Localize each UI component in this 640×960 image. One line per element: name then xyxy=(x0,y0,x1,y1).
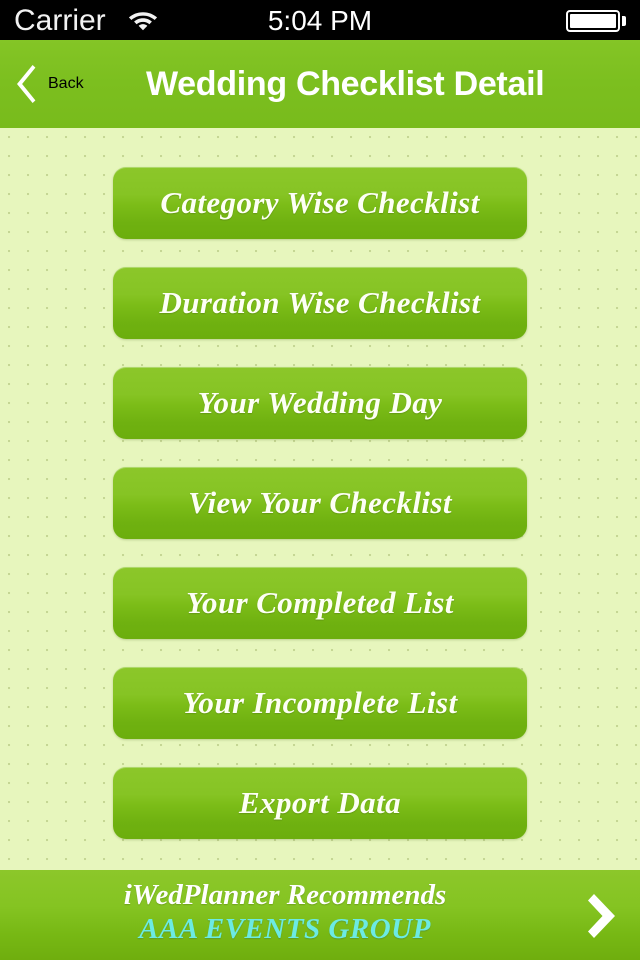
banner-sponsor-name: AAA EVENTS GROUP xyxy=(139,913,431,946)
navigation-bar: Back Wedding Checklist Detail xyxy=(0,40,640,128)
app-screen: Carrier 5:04 PM Back Wedding Checklist D… xyxy=(0,0,640,960)
content-area: Category Wise Checklist Duration Wise Ch… xyxy=(0,128,640,870)
banner-text-block: iWedPlanner Recommends AAA EVENTS GROUP xyxy=(0,878,570,946)
back-button-label: Back xyxy=(48,75,84,92)
clock-label: 5:04 PM xyxy=(267,5,373,36)
duration-wise-checklist-button[interactable]: Duration Wise Checklist xyxy=(113,267,527,339)
your-completed-list-button[interactable]: Your Completed List xyxy=(113,567,527,639)
battery-cap xyxy=(622,16,626,26)
your-incomplete-list-button[interactable]: Your Incomplete List xyxy=(113,667,527,739)
chevron-left-icon xyxy=(16,65,38,103)
banner-headline: iWedPlanner Recommends xyxy=(123,879,447,911)
recommendation-banner[interactable]: iWedPlanner Recommends AAA EVENTS GROUP xyxy=(0,870,640,960)
battery-level-fill xyxy=(570,14,616,28)
your-wedding-day-button[interactable]: Your Wedding Day xyxy=(113,367,527,439)
status-bar: Carrier 5:04 PM xyxy=(0,0,640,40)
export-data-button[interactable]: Export Data xyxy=(113,767,527,839)
back-button[interactable]: Back xyxy=(10,40,92,128)
page-title: Wedding Checklist Detail xyxy=(146,64,545,103)
battery-icon xyxy=(566,10,620,32)
category-wise-checklist-button[interactable]: Category Wise Checklist xyxy=(113,167,527,239)
view-your-checklist-button[interactable]: View Your Checklist xyxy=(113,467,527,539)
chevron-right-icon[interactable] xyxy=(586,892,626,940)
